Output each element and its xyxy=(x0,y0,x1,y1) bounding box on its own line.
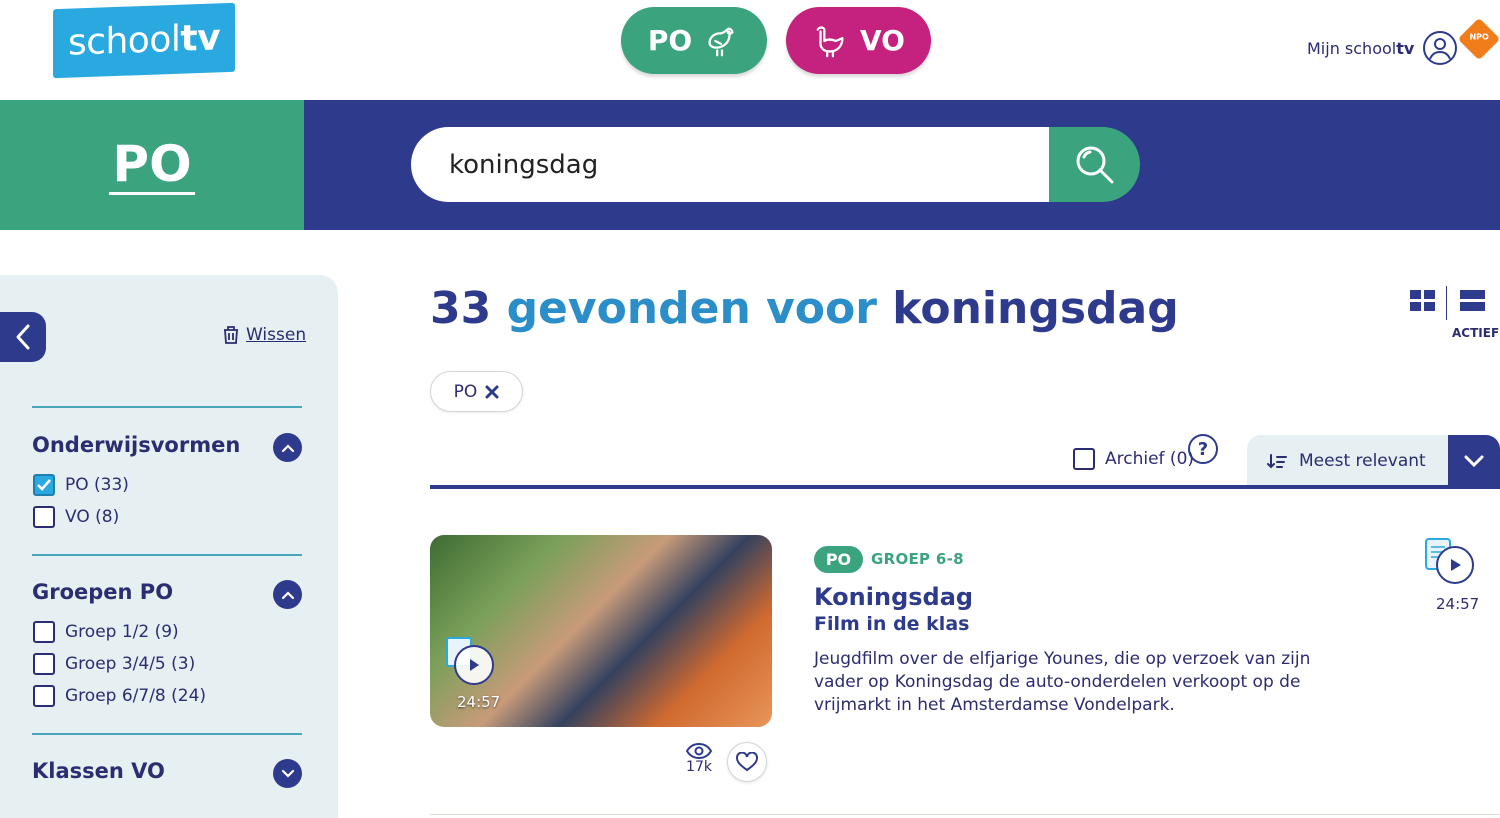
chevron-left-icon xyxy=(16,324,30,350)
section-banner: PO xyxy=(0,100,304,230)
po-button-label: PO xyxy=(647,24,693,57)
po-button[interactable]: PO xyxy=(621,7,767,74)
trash-icon xyxy=(224,326,238,344)
list-view-icon[interactable] xyxy=(1460,290,1486,312)
active-filter-chip[interactable]: PO xyxy=(430,371,523,412)
chevron-down-icon xyxy=(1464,455,1484,467)
collapse-sidebar-button[interactable] xyxy=(0,312,46,362)
archief-checkbox[interactable] xyxy=(1073,448,1095,470)
results-count: 33 xyxy=(430,283,492,334)
filter-option-groep-1-2[interactable]: Groep 1/2 (9) xyxy=(33,621,179,643)
results-divider xyxy=(430,485,1500,489)
logo-text-tv: tv xyxy=(180,17,221,60)
filter-option-label: PO (33) xyxy=(65,475,129,495)
top-bar: schooltv PO VO Mijn schooltv NPO xyxy=(0,0,1500,100)
filter-option-label: VO (8) xyxy=(65,507,120,527)
vo-button-label: VO xyxy=(860,24,905,57)
swan-icon xyxy=(816,25,844,57)
search-input[interactable]: koningsdag xyxy=(411,127,1049,202)
result-separator xyxy=(430,814,1500,815)
view-count: 17k xyxy=(686,743,712,775)
results-heading: 33 gevonden voor koningsdag xyxy=(430,283,1179,334)
result-subtitle: Film in de klas xyxy=(814,613,970,635)
checkmark-icon xyxy=(37,479,51,491)
section-title[interactable]: PO xyxy=(109,136,195,195)
vo-button[interactable]: VO xyxy=(786,7,931,74)
sort-icon xyxy=(1267,454,1287,469)
chevron-up-icon xyxy=(281,590,294,599)
expand-group-button[interactable] xyxy=(273,759,302,788)
thumbnail-duration: 24:57 xyxy=(457,693,501,711)
schooltv-logo[interactable]: schooltv xyxy=(53,2,235,79)
search-value: koningsdag xyxy=(449,149,599,180)
result-title[interactable]: Koningsdag xyxy=(814,583,973,611)
filter-divider xyxy=(32,733,302,735)
logo-text-school: school xyxy=(67,18,181,64)
checkbox[interactable] xyxy=(33,653,55,675)
play-button[interactable] xyxy=(454,645,494,685)
filter-option-vo[interactable]: VO (8) xyxy=(33,506,119,528)
chevron-up-icon xyxy=(281,443,294,452)
filter-option-po[interactable]: PO (33) xyxy=(33,474,129,496)
active-filter-label: PO xyxy=(453,381,478,402)
bird-icon xyxy=(708,27,734,56)
results-query: koningsdag xyxy=(892,283,1179,334)
checkbox[interactable] xyxy=(33,506,55,528)
chevron-down-icon xyxy=(281,769,294,778)
filter-divider xyxy=(32,406,302,408)
result-duration: 24:57 xyxy=(1436,595,1480,613)
npo-logo[interactable]: NPO xyxy=(1457,17,1500,61)
archief-label: Archief (0) xyxy=(1105,449,1195,469)
filter-sidebar xyxy=(0,275,338,818)
filter-group-title: Klassen VO xyxy=(32,759,165,783)
group-label: GROEP 6-8 xyxy=(871,550,964,568)
heart-icon xyxy=(736,752,758,772)
play-icon xyxy=(470,659,479,671)
result-description: Jeugdfilm over de elfjarige Younes, die … xyxy=(814,649,1311,715)
clear-filters-label: Wissen xyxy=(246,325,307,345)
help-button[interactable]: ? xyxy=(1188,434,1218,464)
filter-option-groep-3-4-5[interactable]: Groep 3/4/5 (3) xyxy=(33,653,195,675)
view-toggle-separator xyxy=(1446,286,1447,320)
mijn-schooltv-link[interactable]: Mijn schooltv xyxy=(1307,30,1458,66)
video-thumbnail[interactable]: 24:57 xyxy=(430,535,772,727)
favorite-button[interactable] xyxy=(727,742,767,782)
collapse-group-button[interactable] xyxy=(273,433,302,462)
results-mid-text: gevonden voor xyxy=(506,283,877,334)
checkbox[interactable] xyxy=(33,621,55,643)
mijn-label: Mijn school xyxy=(1307,38,1397,58)
lesson-play-icon[interactable] xyxy=(1424,537,1476,589)
filter-option-label: Groep 6/7/8 (24) xyxy=(65,686,207,706)
view-count-value: 17k xyxy=(686,759,712,775)
filter-option-label: Groep 3/4/5 (3) xyxy=(65,654,196,674)
search-button[interactable] xyxy=(1049,127,1140,202)
filter-group-title: Onderwijsvormen xyxy=(32,433,241,457)
grid-view-icon[interactable] xyxy=(1410,290,1436,312)
mijn-label-tv: tv xyxy=(1396,38,1415,58)
search-icon xyxy=(1076,146,1113,183)
archief-toggle[interactable]: Archief (0) xyxy=(1073,448,1194,470)
sort-dropdown-button[interactable] xyxy=(1448,435,1500,487)
sort-label: Meest relevant xyxy=(1299,451,1426,471)
help-icon: ? xyxy=(1197,438,1209,460)
checkbox-checked[interactable] xyxy=(33,474,55,496)
close-icon[interactable] xyxy=(485,385,499,399)
checkbox[interactable] xyxy=(33,685,55,707)
level-badge: PO xyxy=(814,546,863,573)
filter-option-groep-6-7-8[interactable]: Groep 6/7/8 (24) xyxy=(33,685,206,707)
sort-select[interactable]: Meest relevant xyxy=(1247,435,1448,487)
npo-logo-text: NPO xyxy=(1469,32,1489,42)
clear-filters-button[interactable]: Wissen xyxy=(222,325,306,345)
view-active-label: ACTIEF xyxy=(1452,326,1500,340)
filter-divider xyxy=(32,554,302,556)
filter-option-label: Groep 1/2 (9) xyxy=(65,622,179,642)
eye-icon xyxy=(686,743,712,759)
user-icon xyxy=(1423,31,1458,65)
filter-group-title: Groepen PO xyxy=(32,580,174,604)
collapse-group-button[interactable] xyxy=(273,580,302,609)
